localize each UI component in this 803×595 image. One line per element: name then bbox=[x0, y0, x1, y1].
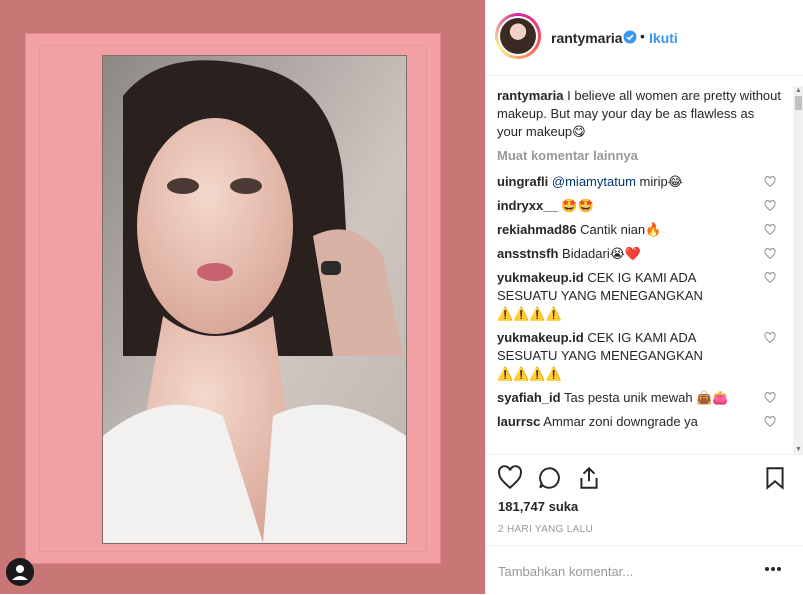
comment-row: uingrafli @miamytatum mirip😂 bbox=[497, 173, 782, 191]
comment-icon[interactable] bbox=[537, 465, 563, 491]
comment-row: laurrsc Ammar zoni downgrade ya bbox=[497, 413, 782, 431]
comment-username[interactable]: indryxx__ bbox=[497, 198, 558, 213]
post-photo[interactable] bbox=[102, 55, 407, 544]
scroll-up-arrow-icon[interactable]: ▲ bbox=[795, 87, 802, 94]
likes-count[interactable]: 181,747 suka bbox=[498, 499, 578, 514]
comment-row: syafiah_id Tas pesta unik mewah 👜👛 bbox=[497, 389, 782, 407]
portrait-illustration bbox=[103, 56, 406, 543]
follow-button[interactable]: Ikuti bbox=[649, 30, 678, 46]
caption-username[interactable]: rantymaria bbox=[497, 88, 563, 103]
comment-username[interactable]: ansstnsfh bbox=[497, 246, 558, 261]
post-sidebar: rantymaria • Ikuti rantymaria I believe … bbox=[485, 0, 803, 594]
action-bar bbox=[486, 454, 803, 495]
comment-row: indryxx__ 🤩🤩 bbox=[497, 197, 782, 215]
comment-username[interactable]: yukmakeup.id bbox=[497, 270, 584, 285]
comment-text: 🤩🤩 bbox=[561, 198, 594, 213]
comment-text: mirip😂 bbox=[635, 174, 683, 189]
caption: rantymaria I believe all women are prett… bbox=[497, 87, 782, 141]
verified-badge-icon bbox=[623, 30, 637, 44]
post-header: rantymaria • Ikuti bbox=[486, 0, 803, 76]
add-comment-input[interactable]: Tambahkan komentar... bbox=[498, 564, 633, 579]
comment-like-icon[interactable] bbox=[764, 248, 776, 260]
separator-dot: • bbox=[640, 28, 645, 44]
comment-text: Bidadari😭❤️ bbox=[562, 246, 642, 261]
add-comment-bar: Tambahkan komentar... bbox=[486, 545, 803, 595]
comment-like-icon[interactable] bbox=[764, 332, 776, 344]
share-icon[interactable] bbox=[576, 465, 602, 491]
comment-like-icon[interactable] bbox=[764, 200, 776, 212]
comment-username[interactable]: laurrsc bbox=[497, 414, 540, 429]
post-username[interactable]: rantymaria bbox=[551, 30, 623, 46]
more-options-icon[interactable] bbox=[764, 566, 782, 572]
comment-row: yukmakeup.id CEK IG KAMI ADA SESUATU YAN… bbox=[497, 269, 782, 323]
scrollbar-thumb[interactable] bbox=[795, 96, 802, 110]
comment-text: Cantik nian🔥 bbox=[580, 222, 662, 237]
comment-username[interactable]: yukmakeup.id bbox=[497, 330, 584, 345]
avatar[interactable] bbox=[495, 13, 541, 59]
bookmark-icon[interactable] bbox=[762, 465, 788, 491]
post-timestamp[interactable]: 2 HARI YANG LALU bbox=[498, 524, 593, 535]
comment-text: Ammar zoni downgrade ya bbox=[543, 414, 698, 429]
comment-username[interactable]: rekiahmad86 bbox=[497, 222, 577, 237]
comment-row: ansstnsfh Bidadari😭❤️ bbox=[497, 245, 782, 263]
comment-like-icon[interactable] bbox=[764, 272, 776, 284]
tagged-user-icon[interactable] bbox=[6, 558, 34, 586]
comments-list[interactable]: rantymaria I believe all women are prett… bbox=[497, 87, 782, 452]
comment-mention[interactable]: @miamytatum bbox=[552, 174, 636, 189]
comment-like-icon[interactable] bbox=[764, 392, 776, 404]
heart-icon[interactable] bbox=[497, 465, 523, 491]
comment-username[interactable]: syafiah_id bbox=[497, 390, 561, 405]
comment-row: yukmakeup.id CEK IG KAMI ADA SESUATU YAN… bbox=[497, 329, 782, 383]
comment-like-icon[interactable] bbox=[764, 416, 776, 428]
comment-row: rekiahmad86 Cantik nian🔥 bbox=[497, 221, 782, 239]
post-media bbox=[0, 0, 485, 594]
comment-username[interactable]: uingrafli bbox=[497, 174, 548, 189]
comment-text: Tas pesta unik mewah 👜👛 bbox=[563, 390, 729, 405]
scroll-down-arrow-icon[interactable]: ▼ bbox=[795, 446, 802, 453]
comment-like-icon[interactable] bbox=[764, 224, 776, 236]
comment-like-icon[interactable] bbox=[764, 176, 776, 188]
load-more-comments-button[interactable]: Muat komentar lainnya bbox=[497, 147, 782, 165]
comments-scrollbar[interactable]: ▲ ▼ bbox=[793, 86, 803, 454]
